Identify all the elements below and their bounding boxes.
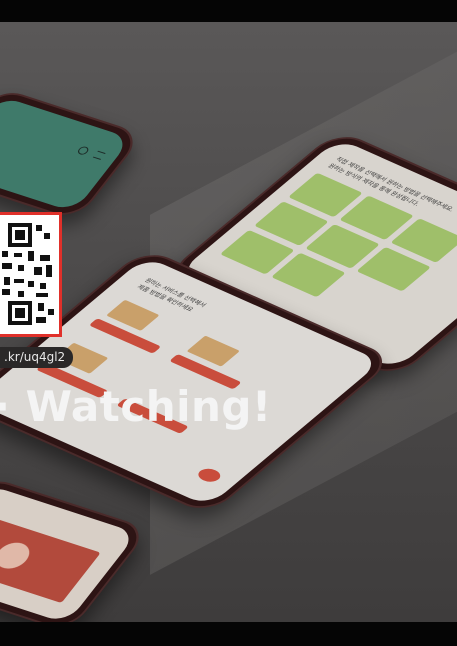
phone-top-left: [0, 86, 145, 222]
short-url-label[interactable]: .kr/uq4gl2: [0, 347, 74, 368]
product-image: [0, 515, 101, 604]
headline-text: · Watching!: [0, 382, 272, 431]
qr-code-icon: [0, 221, 58, 331]
phone-bottom-left: [0, 475, 151, 622]
mockup-scene: 직접 제작을 선택해서 원하는 방법을 선택해주세요. 원하는 방식의 제작을 …: [0, 22, 457, 622]
top-letterbox: [0, 0, 457, 22]
phone-screen: [0, 484, 138, 622]
bottom-letterbox: [0, 622, 457, 646]
search-icon: [75, 145, 91, 156]
qr-code[interactable]: [0, 212, 62, 337]
menu-icon: [92, 150, 106, 160]
phone-screen: [0, 95, 132, 213]
app-logo-icon: [194, 466, 225, 485]
